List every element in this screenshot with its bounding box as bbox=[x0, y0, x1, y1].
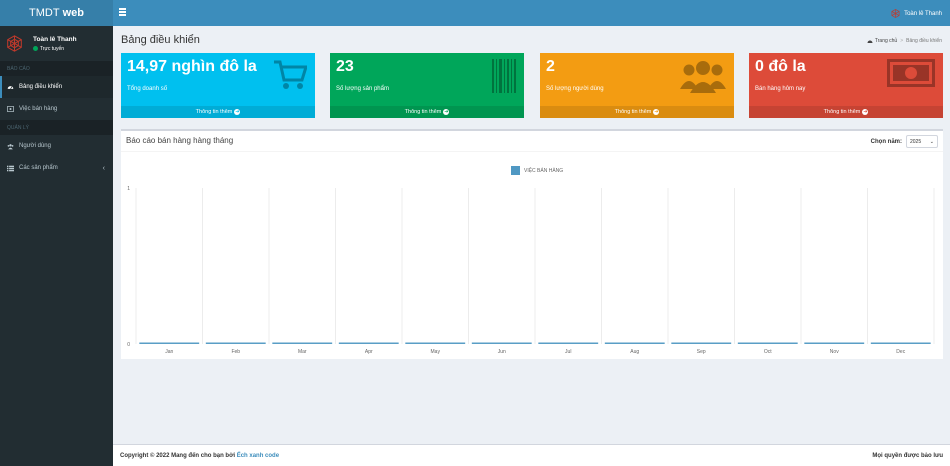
bar bbox=[538, 342, 599, 344]
chevron-left-icon: ‹ bbox=[102, 164, 105, 172]
x-tick-label: Oct bbox=[764, 349, 772, 355]
y-tick-label: 1 bbox=[127, 186, 130, 192]
page-footer: Copyright © 2022 Mang đến cho bạn bởi Ếc… bbox=[113, 444, 950, 466]
rights-text: Mọi quyền được bảo lưu bbox=[872, 452, 943, 459]
bar bbox=[471, 342, 532, 344]
x-tick-label: Jul bbox=[565, 349, 571, 355]
author-link[interactable]: Ếch xanh code bbox=[237, 453, 279, 459]
box-label: Bán hàng hôm nay bbox=[755, 86, 806, 92]
page-title: Bảng điều khiển bbox=[121, 34, 200, 46]
sidebar: TMDT web Toàn lê Thanh Trực tuyến BÁO CÁ… bbox=[0, 0, 113, 466]
bar bbox=[671, 342, 732, 344]
navbar-user-name: Toàn lê Thanh bbox=[904, 10, 942, 17]
menu-header-manage: QUẢN LÝ bbox=[0, 120, 113, 135]
x-tick-label: Feb bbox=[231, 349, 240, 355]
barcode-icon bbox=[492, 59, 516, 93]
bar bbox=[604, 342, 665, 344]
more-info-link[interactable]: Thông tin thêm ➜ bbox=[749, 106, 943, 118]
x-tick-label: Aug bbox=[630, 349, 639, 355]
bar bbox=[737, 342, 798, 344]
main-content: Bảng điều khiển Trang chủ > Bảng điều kh… bbox=[113, 26, 950, 444]
y-tick-label: 0 bbox=[127, 342, 130, 348]
dashboard-icon bbox=[7, 84, 14, 91]
spider-web-icon bbox=[891, 9, 900, 18]
user-menu[interactable]: Toàn lê Thanh bbox=[891, 9, 942, 18]
shopping-cart-icon bbox=[274, 60, 307, 89]
box-value: 14,97 nghìn đô la bbox=[127, 58, 257, 75]
box-value: 2 bbox=[546, 58, 555, 75]
bar bbox=[870, 342, 931, 344]
arrow-right-icon: ➜ bbox=[234, 108, 241, 115]
user-count-box: 2 Số lượng người dùng Thông tin thêm ➜ bbox=[540, 53, 734, 118]
sidebar-item-label: Bảng điều khiển bbox=[19, 84, 63, 90]
top-navbar: Toàn lê Thanh bbox=[113, 0, 950, 26]
more-info-link[interactable]: Thông tin thêm ➜ bbox=[540, 106, 734, 118]
sidebar-item-dashboard[interactable]: Bảng điều khiển bbox=[0, 76, 113, 98]
user-status-text: Trực tuyến bbox=[40, 45, 65, 52]
x-tick-label: Dec bbox=[896, 349, 905, 355]
sidebar-item-products[interactable]: Các sản phẩm ‹ bbox=[0, 157, 113, 179]
total-sales-box: 14,97 nghìn đô la Tổng doanh số Thông ti… bbox=[121, 53, 315, 118]
sidebar-item-label: Các sản phẩm bbox=[19, 165, 58, 171]
breadcrumb: Trang chủ > Bảng điều khiển bbox=[867, 38, 942, 44]
today-sales-box: 0 đô la Bán hàng hôm nay Thông tin thêm ➜ bbox=[749, 53, 943, 118]
list-icon bbox=[7, 165, 14, 172]
bar bbox=[338, 342, 399, 344]
spider-web-icon bbox=[7, 35, 22, 52]
product-count-box: 23 Số lượng sản phẩm Thông tin thêm ➜ bbox=[330, 53, 524, 118]
monthly-sales-panel: Báo cáo bán hàng hàng tháng Chọn năm: 20… bbox=[121, 129, 943, 359]
x-tick-label: May bbox=[431, 349, 441, 355]
money-icon bbox=[7, 106, 14, 113]
breadcrumb-separator: > bbox=[900, 38, 904, 44]
bar bbox=[139, 342, 200, 344]
users-icon bbox=[7, 143, 14, 150]
more-info-link[interactable]: Thông tin thêm ➜ bbox=[330, 106, 524, 118]
x-tick-label: Nov bbox=[830, 349, 839, 355]
user-name: Toàn lê Thanh bbox=[33, 35, 77, 43]
avatar bbox=[6, 35, 23, 52]
more-info-link[interactable]: Thông tin thêm ➜ bbox=[121, 106, 315, 118]
online-dot-icon bbox=[33, 46, 38, 51]
box-label: Số lượng người dùng bbox=[546, 86, 604, 92]
menu-header-report: BÁO CÁO bbox=[0, 61, 113, 76]
app-logo[interactable]: TMDT web bbox=[0, 0, 113, 26]
bar bbox=[205, 342, 266, 344]
bar bbox=[405, 342, 466, 344]
copyright-text: Copyright © 2022 Mang đến cho bạn bởi bbox=[120, 452, 236, 459]
money-bill-icon bbox=[887, 59, 935, 87]
x-tick-label: Jun bbox=[498, 349, 506, 355]
x-tick-label: Mar bbox=[298, 349, 307, 355]
x-tick-label: Sep bbox=[697, 349, 706, 355]
arrow-right-icon: ➜ bbox=[653, 108, 660, 115]
breadcrumb-current: Bảng điều khiển bbox=[906, 38, 942, 44]
copyright: Copyright © 2022 Mang đến cho bạn bởi Ếc… bbox=[120, 453, 279, 459]
bar bbox=[272, 342, 333, 344]
sidebar-item-users[interactable]: Người dùng bbox=[0, 135, 113, 157]
sidebar-toggle-button[interactable] bbox=[119, 8, 126, 17]
box-label: Tổng doanh số bbox=[127, 86, 168, 92]
bar bbox=[804, 342, 865, 344]
sidebar-item-label: Người dùng bbox=[19, 143, 51, 149]
sales-bar-chart: 0 1 Jan Feb Mar Apr May Jun Jul Aug Sep Oct Nov Dec bbox=[127, 186, 935, 355]
x-tick-label: Apr bbox=[365, 349, 373, 355]
box-label: Số lượng sản phẩm bbox=[336, 86, 389, 92]
sidebar-item-label: Việc bán hàng bbox=[19, 106, 58, 112]
arrow-right-icon: ➜ bbox=[862, 108, 869, 115]
box-value: 23 bbox=[336, 58, 354, 75]
user-panel: Toàn lê Thanh Trực tuyến bbox=[0, 26, 113, 61]
dashboard-icon bbox=[867, 40, 873, 43]
x-tick-label: Jan bbox=[165, 349, 173, 355]
arrow-right-icon: ➜ bbox=[443, 108, 450, 115]
breadcrumb-home[interactable]: Trang chủ bbox=[867, 38, 897, 44]
user-status: Trực tuyến bbox=[33, 46, 77, 52]
users-icon bbox=[680, 61, 726, 93]
sidebar-item-sales[interactable]: Việc bán hàng bbox=[0, 98, 113, 120]
box-value: 0 đô la bbox=[755, 58, 806, 75]
logo-text: TMDT bbox=[29, 7, 60, 19]
logo-text-bold: web bbox=[62, 7, 84, 19]
